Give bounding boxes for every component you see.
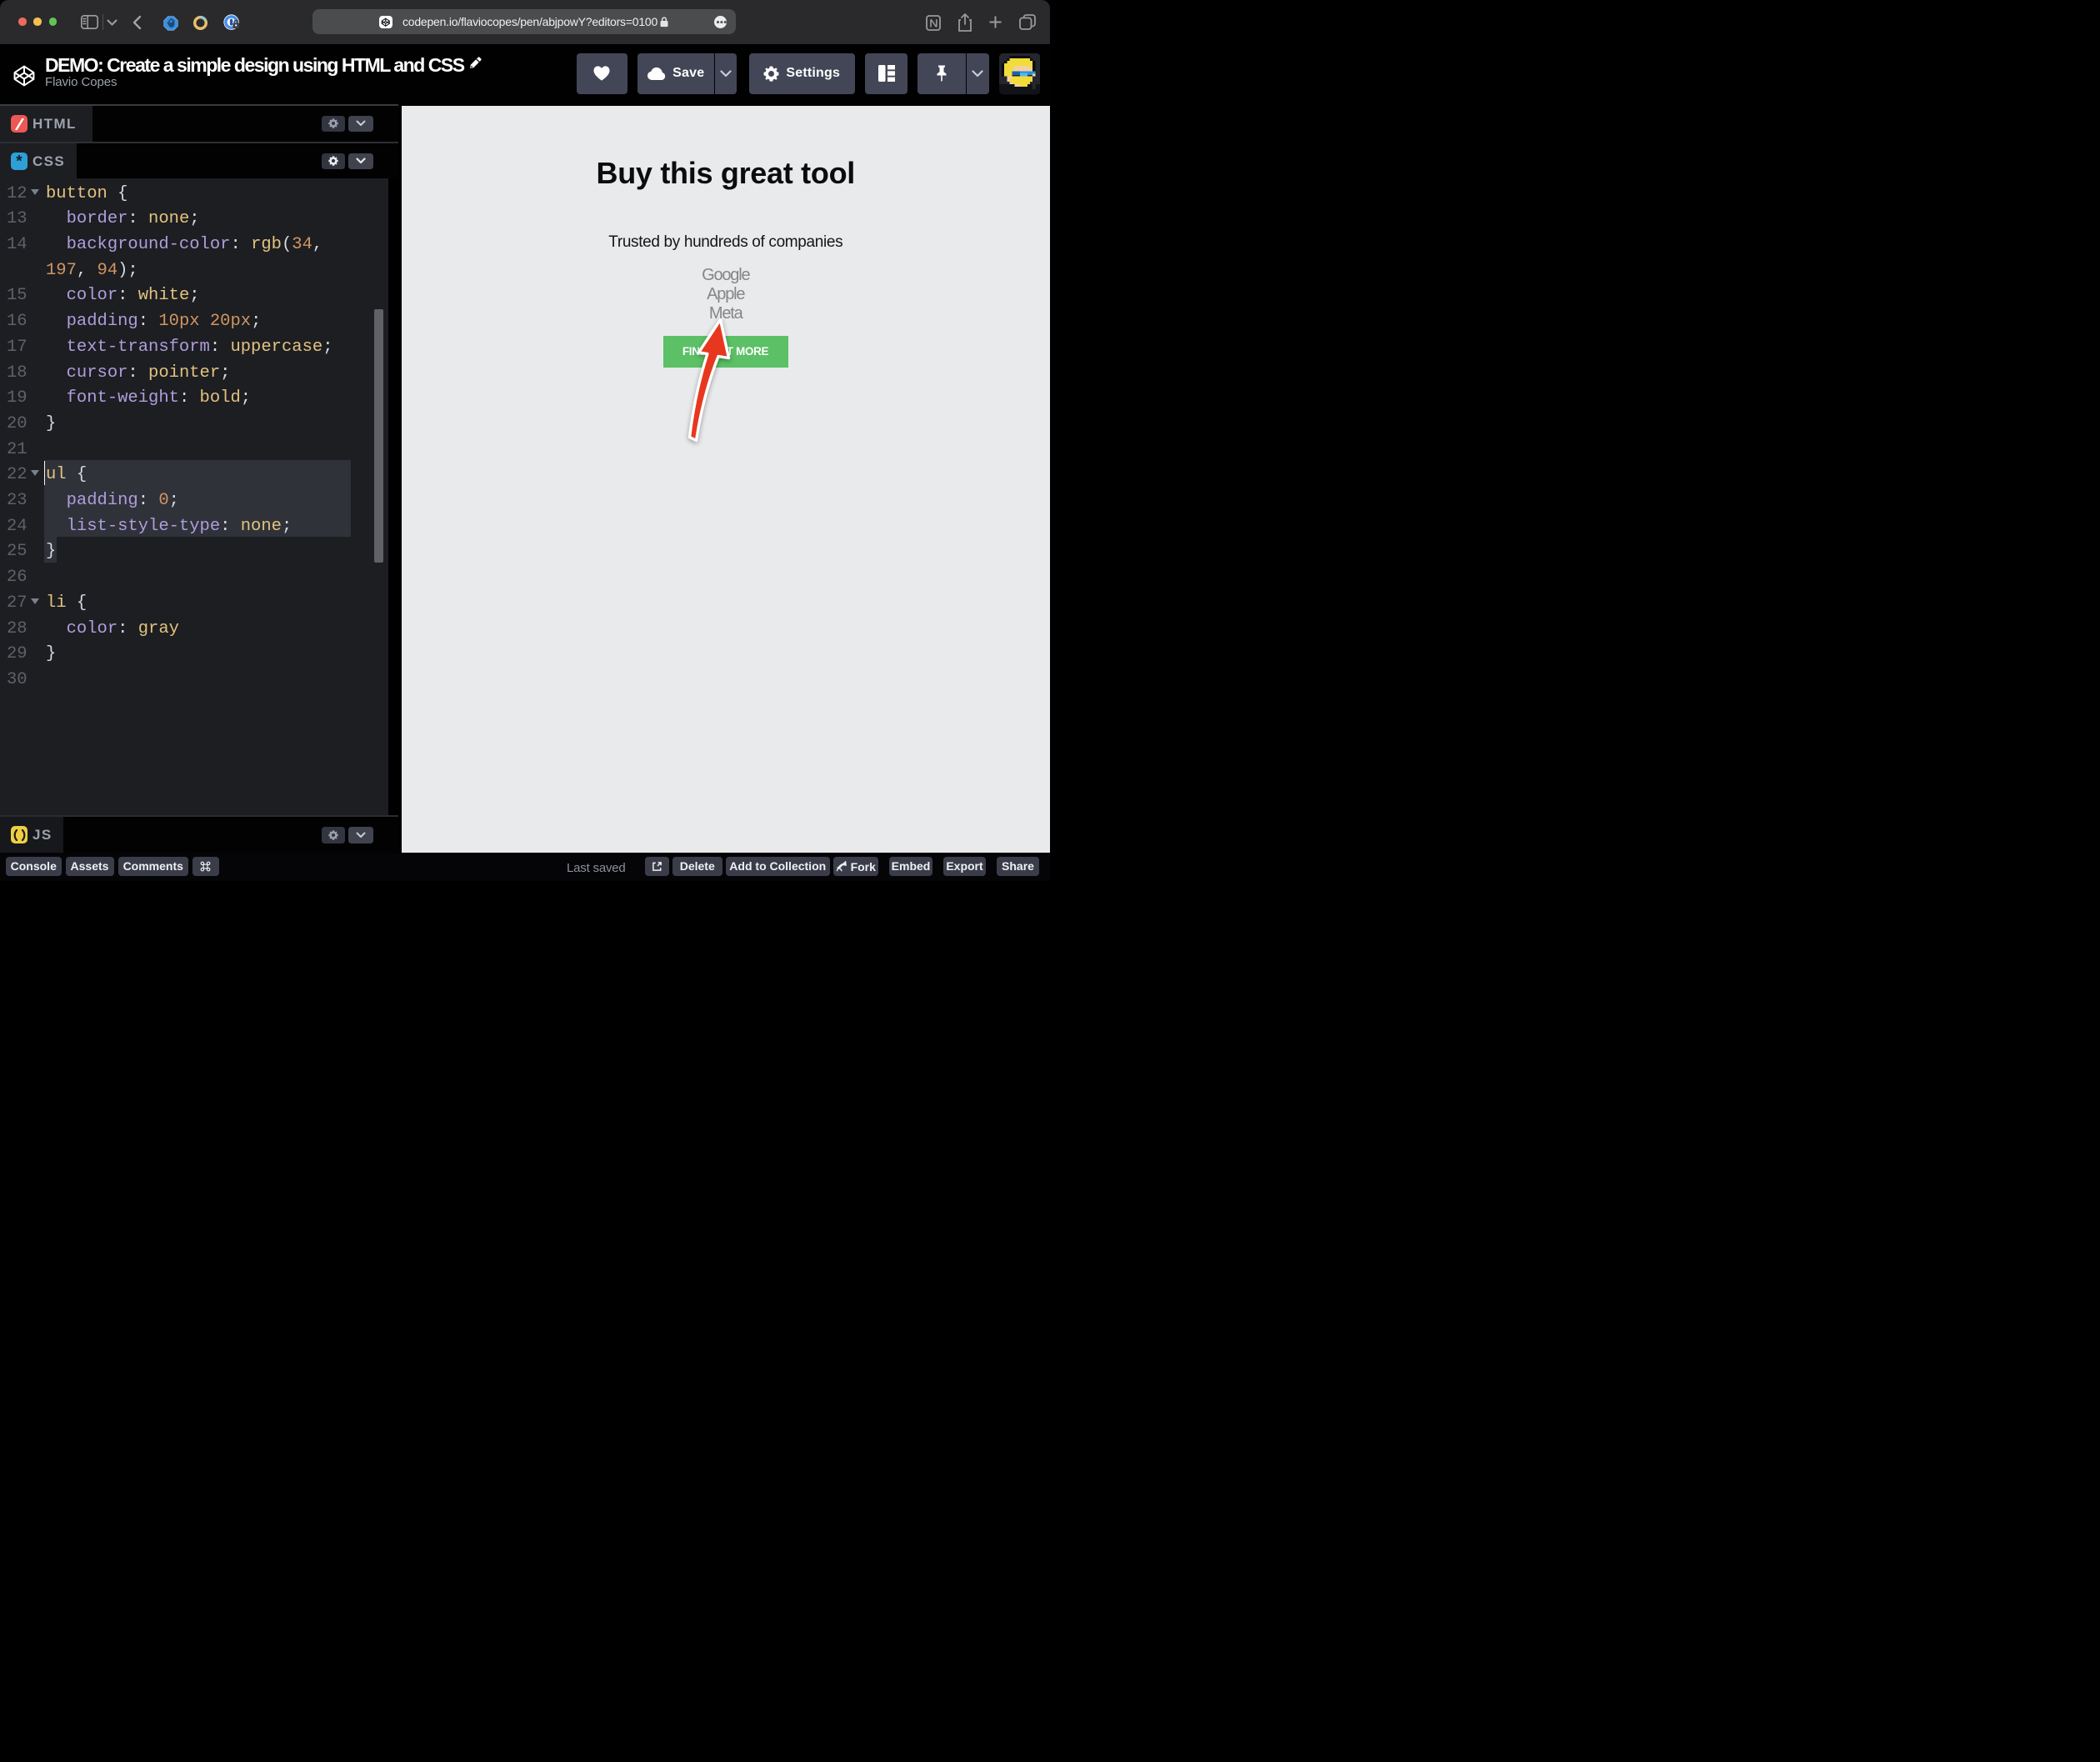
svg-text:*: * (16, 155, 22, 168)
